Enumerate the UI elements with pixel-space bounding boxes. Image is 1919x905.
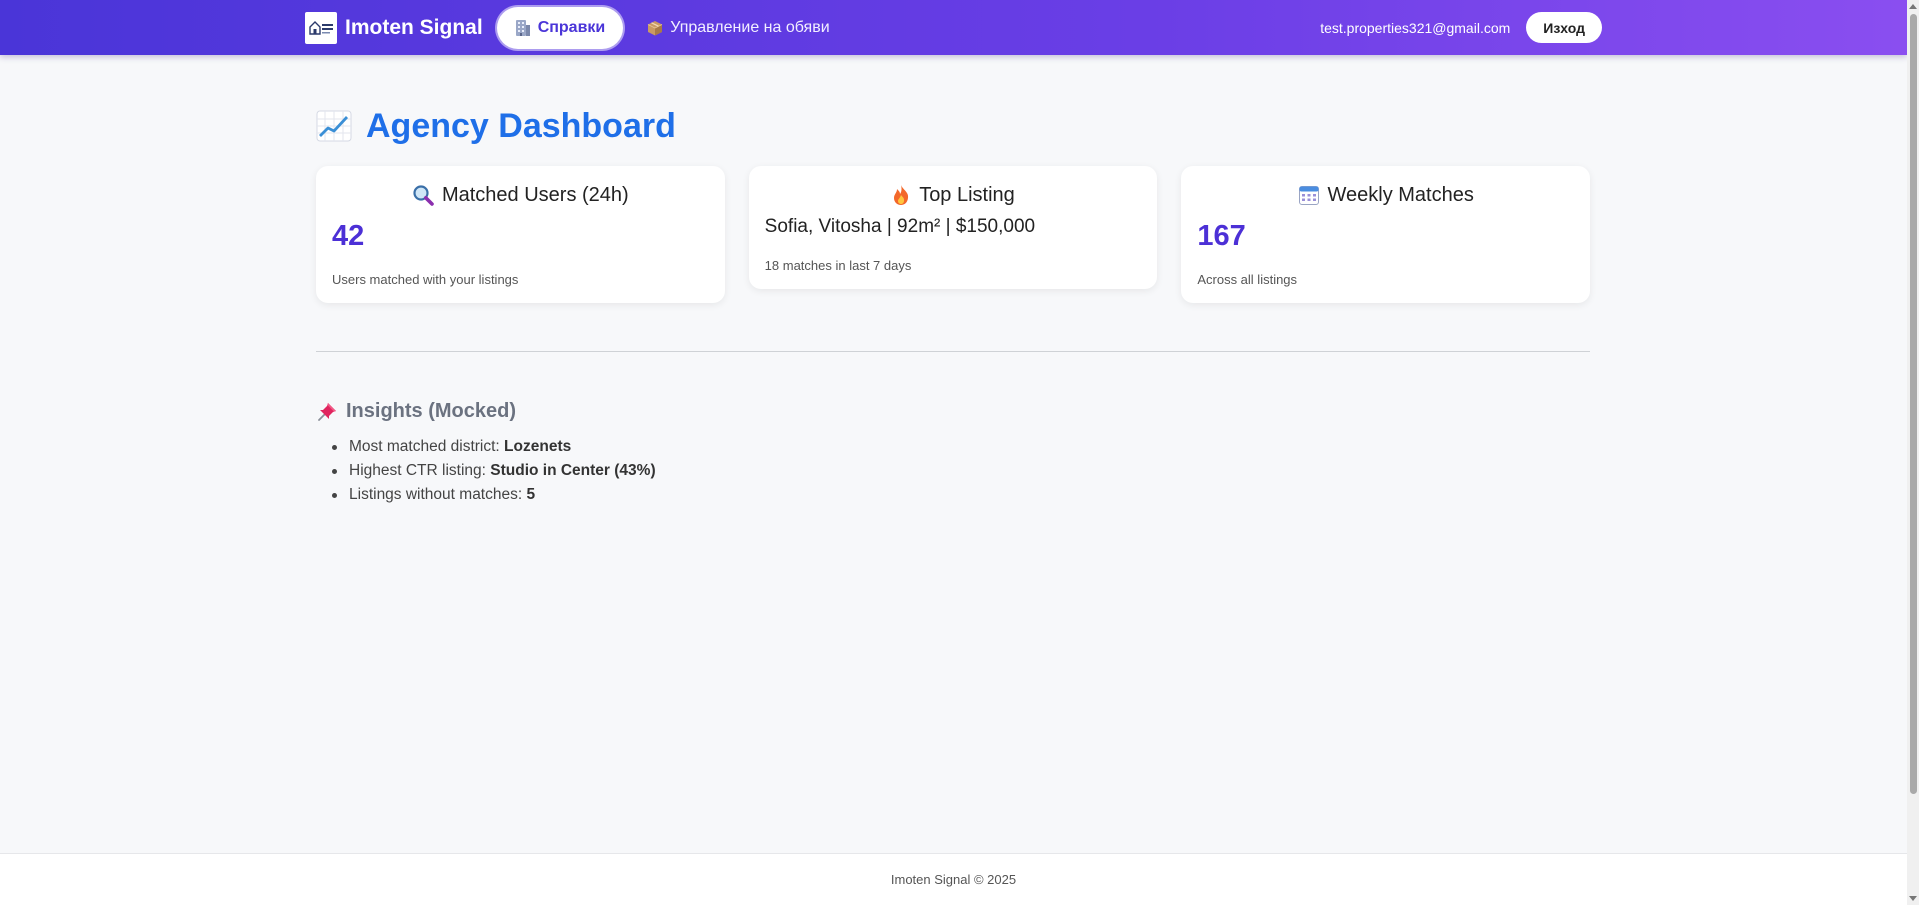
section-divider xyxy=(316,351,1590,352)
card-subtitle: 18 matches in last 7 days xyxy=(764,258,912,273)
nav-item-manage-listings[interactable]: Управление на обяви xyxy=(629,7,847,49)
card-subtitle: Across all listings xyxy=(1197,272,1298,287)
insight-item: Listings without matches: 5 xyxy=(332,483,1590,507)
magnifying-glass-icon xyxy=(413,185,434,206)
card-title-text: Matched Users (24h) xyxy=(441,183,629,206)
insight-item: Highest CTR listing: Studio in Center (4… xyxy=(332,459,1590,483)
top-navbar: Imoten Signal Справки Управление на обяв… xyxy=(0,0,1907,55)
chart-increasing-icon xyxy=(316,110,352,142)
card-subtitle: Users matched with your listings xyxy=(332,272,519,287)
insight-value: 5 xyxy=(526,486,536,503)
stats-cards: Matched Users (24h) 42 Users matched wit… xyxy=(316,166,1591,303)
calendar-icon xyxy=(1298,186,1319,205)
top-listing-details: Sofia, Vitosha | 92m² | $150,000 xyxy=(764,216,1036,237)
weekly-matches-card: Weekly Matches 167 Across all listings xyxy=(1181,166,1591,303)
logout-button[interactable]: Изход xyxy=(1526,12,1602,43)
brand-logo xyxy=(305,11,337,44)
top-listing-card: Top Listing Sofia, Vitosha | 92m² | $150… xyxy=(748,166,1158,289)
scroll-down-arrow-icon[interactable] xyxy=(1907,893,1919,905)
card-title: Weekly Matches xyxy=(1197,182,1574,208)
insights-list: Most matched district: Lozenets Highest … xyxy=(316,435,1590,507)
brand-link[interactable]: Imoten Signal xyxy=(305,11,483,44)
scroll-up-arrow-icon[interactable] xyxy=(1907,0,1919,12)
card-title-text: Weekly Matches xyxy=(1327,183,1474,206)
insight-value: Lozenets xyxy=(504,438,572,455)
house-logo-icon xyxy=(309,20,333,35)
fire-icon xyxy=(894,185,909,205)
card-title-text: Top Listing xyxy=(919,183,1015,206)
pushpin-icon xyxy=(318,402,336,421)
insight-label: Most matched district: xyxy=(349,438,505,455)
page-title-text: Agency Dashboard xyxy=(366,106,676,145)
package-box-icon xyxy=(648,20,663,35)
insight-item: Most matched district: Lozenets xyxy=(332,435,1590,459)
nav-item-manage-listings-label: Управление на обяви xyxy=(670,18,830,36)
footer-text: Imoten Signal © 2025 xyxy=(890,872,1017,887)
vertical-scrollbar[interactable] xyxy=(1907,0,1919,905)
user-email: test.properties321@gmail.com xyxy=(1320,19,1511,36)
card-title: Matched Users (24h) xyxy=(332,182,709,208)
card-title: Top Listing xyxy=(765,182,1142,208)
insight-value: Studio in Center (43%) xyxy=(490,462,656,479)
scrollbar-thumb[interactable] xyxy=(1910,14,1917,794)
navbar-inner: Imoten Signal Справки Управление на обяв… xyxy=(305,0,1602,55)
insights-title-text: Insights (Mocked) xyxy=(346,400,517,422)
page-footer: Imoten Signal © 2025 xyxy=(0,853,1907,905)
weekly-matches-value: 167 xyxy=(1197,220,1246,252)
matched-users-value: 42 xyxy=(332,220,365,252)
main-content: Agency Dashboard Matched Users (24h) 42 … xyxy=(316,100,1591,507)
insight-label: Listings without matches: xyxy=(349,486,527,503)
matched-users-card: Matched Users (24h) 42 Users matched wit… xyxy=(316,166,725,303)
office-building-icon xyxy=(515,19,530,36)
page-title: Agency Dashboard xyxy=(316,100,1590,152)
nav-item-reports[interactable]: Справки xyxy=(496,6,624,49)
nav-item-reports-label: Справки xyxy=(537,18,606,36)
insights-heading: Insights (Mocked) xyxy=(316,400,1590,423)
insight-label: Highest CTR listing: xyxy=(349,462,491,479)
brand-name: Imoten Signal xyxy=(345,15,483,39)
